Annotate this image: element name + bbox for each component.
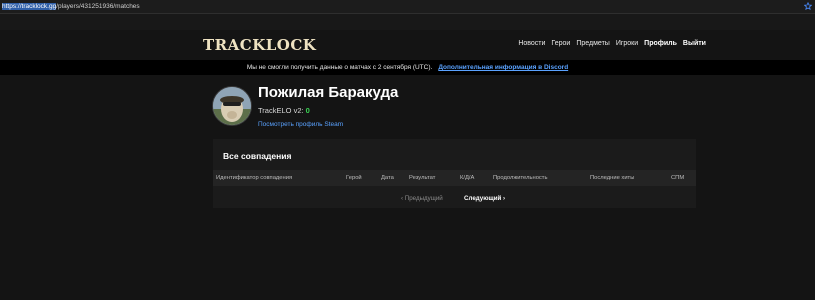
notice-banner: Мы не смогли получить данные о матчах с …: [0, 60, 815, 75]
notice-text: Мы не смогли получить данные о матчах с …: [246, 64, 433, 71]
column-last-hits[interactable]: Последние хиты: [590, 175, 634, 181]
column-result[interactable]: Результат: [409, 175, 435, 181]
player-name: Пожилая Баракуда: [258, 84, 399, 101]
matches-title: Все совпадения: [223, 151, 292, 161]
column-hero[interactable]: Герой: [346, 175, 362, 181]
column-date[interactable]: Дата: [381, 175, 394, 181]
trackelo-rating: TrackELO v2: 0: [258, 106, 310, 115]
next-page-button[interactable]: Следующий ›: [464, 195, 505, 202]
nav-logout[interactable]: Выйти: [683, 40, 706, 47]
discord-info-link[interactable]: Дополнительная информация в Discord: [438, 64, 568, 71]
column-kda[interactable]: К/Д/А: [460, 175, 474, 181]
nav-items[interactable]: Предметы: [576, 40, 609, 47]
column-match-id[interactable]: Идентификатор совпадения: [216, 175, 292, 181]
site-logo[interactable]: TRACKLOCK: [203, 36, 316, 54]
column-duration[interactable]: Продолжительность: [493, 175, 548, 181]
pagination: ‹ Предыдущий Следующий ›: [213, 195, 696, 205]
column-spm[interactable]: СПМ: [671, 175, 684, 181]
avatar: [212, 86, 252, 126]
nav-profile[interactable]: Профиль: [644, 40, 677, 47]
nav-news[interactable]: Новости: [518, 40, 545, 47]
main-nav: Новости Герои Предметы Игроки Профиль Вы…: [518, 40, 706, 47]
nav-heroes[interactable]: Герои: [551, 40, 570, 47]
url-path: /players/431251936/matches: [56, 3, 140, 10]
nav-players[interactable]: Игроки: [616, 40, 638, 47]
matches-card: Все совпадения Идентификатор совпадения …: [213, 139, 696, 208]
steam-profile-link[interactable]: Посмотреть профиль Steam: [258, 121, 343, 128]
browser-toolbar-strip: [0, 14, 815, 30]
bookmark-icon[interactable]: [803, 1, 813, 10]
site-header: TRACKLOCK Новости Герои Предметы Игроки …: [0, 30, 815, 60]
prev-page-button[interactable]: ‹ Предыдущий: [401, 195, 443, 202]
url-text[interactable]: https://tracklock.gg/players/431251936/m…: [2, 3, 140, 10]
matches-table-header: Идентификатор совпадения Герой Дата Резу…: [213, 170, 696, 186]
elo-value: 0: [305, 106, 310, 115]
elo-label: TrackELO v2:: [258, 106, 304, 115]
url-selected: https://tracklock.gg: [2, 3, 57, 10]
address-bar[interactable]: https://tracklock.gg/players/431251936/m…: [0, 0, 815, 14]
